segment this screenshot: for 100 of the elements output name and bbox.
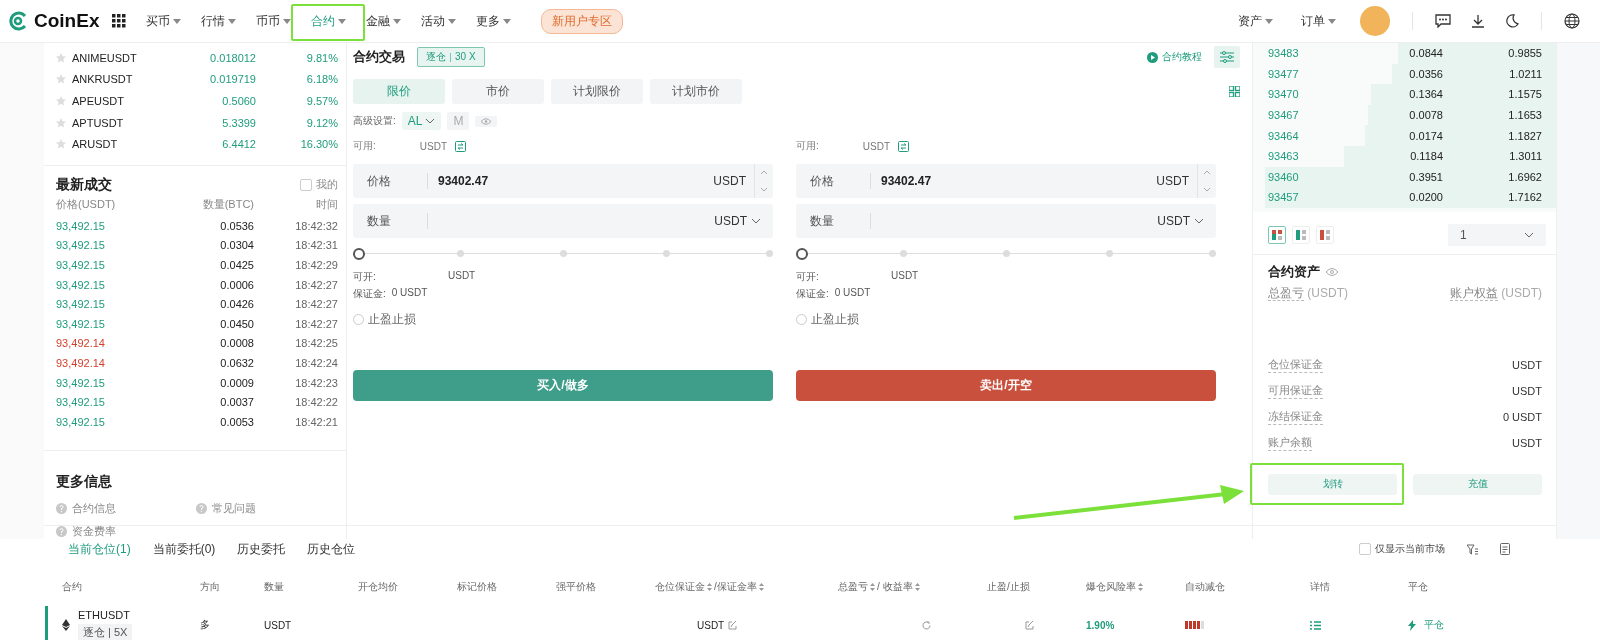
caret-icon [283, 18, 291, 24]
close-position-link[interactable]: 平仓 [1424, 618, 1444, 632]
edit-icon[interactable] [1025, 620, 1034, 630]
logo-text[interactable]: CoinEx [34, 10, 100, 32]
sort-icon[interactable] [1138, 583, 1143, 591]
settings-button[interactable] [1214, 46, 1240, 68]
refresh-icon[interactable] [922, 620, 931, 630]
help-icon [56, 502, 67, 514]
market-symbol[interactable]: ANIMEUSDT [72, 51, 166, 64]
star-icon[interactable] [56, 117, 66, 128]
apps-grid-icon[interactable] [112, 14, 126, 28]
tutorial-link[interactable]: 合约教程 [1162, 50, 1202, 64]
market-symbol[interactable]: APEUSDT [72, 95, 166, 107]
bid-total: 1.1827 [1507, 129, 1542, 142]
quantity-field[interactable]: 数量 USDT [353, 204, 773, 238]
depth-layout-icon[interactable] [1320, 229, 1330, 240]
star-icon[interactable] [56, 52, 66, 63]
mine-checkbox[interactable] [300, 178, 312, 191]
info-label: 可开: [796, 271, 819, 282]
chevron-up-icon[interactable] [760, 170, 768, 175]
quantity-field[interactable]: 数量 USDT [796, 204, 1216, 238]
star-icon[interactable] [56, 139, 66, 150]
bid-price: 93477 [1268, 67, 1300, 80]
filter-icon[interactable] [1467, 543, 1478, 555]
globe-icon[interactable] [1564, 13, 1580, 29]
trade-time: 18:42:32 [294, 219, 338, 232]
star-icon[interactable] [56, 74, 66, 85]
download-icon[interactable] [1471, 14, 1485, 28]
caret-icon [448, 18, 456, 24]
edit-icon[interactable] [728, 620, 738, 630]
depth-layout-icon[interactable] [1272, 229, 1282, 240]
info-value: USDT [448, 270, 476, 283]
nav-menu-item[interactable]: 合约 [311, 12, 366, 30]
trade-time: 18:42:25 [294, 337, 338, 350]
eye-button[interactable] [475, 115, 498, 127]
info-link[interactable]: 合约信息 [72, 500, 116, 516]
chevron-down-icon[interactable] [1203, 187, 1211, 192]
column-header: 价格(USDT) [56, 197, 117, 213]
avatar[interactable] [1360, 6, 1390, 36]
order-type-tab[interactable]: 市价 [452, 79, 544, 104]
eye-icon[interactable] [481, 117, 492, 125]
price-field[interactable]: 价格 93402.47 USDT [796, 164, 1216, 198]
trade-amount: 0.0008 [219, 337, 254, 350]
depth-view-button[interactable] [1268, 225, 1286, 244]
layout-grid-icon[interactable] [1229, 86, 1240, 97]
depth-layout-icon[interactable] [1296, 229, 1306, 240]
price-field[interactable]: 价格 93402.47 USDT [353, 164, 773, 198]
nav-menu-item[interactable]: 活动 [421, 12, 476, 30]
transfer-icon[interactable] [455, 140, 466, 152]
eye-icon[interactable] [1326, 267, 1338, 276]
nav-menu-item[interactable]: 行情 [201, 12, 256, 30]
direction-cell: 多 [200, 618, 210, 632]
section-title: 更多信息 [56, 472, 112, 489]
sell-button[interactable]: 卖出/开空 [796, 370, 1216, 401]
nav-menu-item[interactable]: 金融 [366, 12, 421, 30]
trade-time: 18:42:27 [294, 298, 338, 311]
nav-menu-item[interactable]: 更多 [476, 12, 531, 30]
order-type-tab[interactable]: 计划市价 [650, 79, 742, 104]
info-link[interactable]: 常见问题 [212, 500, 256, 516]
position-tab[interactable]: 历史委托 [237, 540, 286, 558]
filter-checkbox[interactable] [1359, 543, 1371, 555]
sort-icon[interactable] [707, 583, 712, 591]
market-symbol[interactable]: ANKRUSDT [72, 73, 166, 86]
column-header: 详情 [1310, 580, 1330, 594]
info-value: 0 USDT [391, 287, 428, 300]
sliders-icon[interactable] [1220, 51, 1234, 63]
nav-menu-item[interactable]: 订单 [1287, 12, 1350, 30]
nav-menu-item[interactable]: 买币 [146, 12, 201, 30]
nav-menu-item[interactable]: 资产 [1224, 12, 1287, 30]
sort-icon[interactable] [870, 583, 875, 591]
order-type-tab[interactable]: 计划限价 [551, 79, 643, 104]
asset-value: 0 USDT [1502, 410, 1542, 423]
transfer-icon[interactable] [898, 140, 909, 152]
list-icon[interactable] [1310, 620, 1321, 630]
position-tab[interactable]: 当前仓位(1) [68, 540, 131, 558]
market-symbol[interactable]: APTUSDT [72, 116, 166, 129]
column-header: 合约 [62, 580, 82, 594]
caret-icon [503, 18, 511, 24]
info-link[interactable]: 资金费率 [72, 523, 116, 539]
bid-total: 1.1653 [1507, 109, 1542, 122]
nav-menu-item[interactable]: 币币 [256, 12, 311, 30]
trade-amount: 0.0426 [219, 298, 254, 311]
market-symbol[interactable]: ARUSDT [72, 138, 166, 151]
position-tab[interactable]: 当前委托(0) [152, 540, 216, 558]
market-change: 16.30% [299, 138, 338, 151]
chat-icon[interactable] [1435, 14, 1451, 28]
precision-dropdown[interactable]: 1 [1448, 223, 1546, 246]
column-header: 强平价格 [556, 580, 596, 594]
position-tab[interactable]: 历史仓位 [307, 540, 356, 558]
market-change: 9.57% [305, 95, 338, 107]
chevron-down-icon[interactable] [760, 187, 768, 192]
trade-time: 18:42:22 [294, 396, 338, 409]
sort-icon[interactable] [914, 583, 920, 591]
moon-icon[interactable] [1505, 14, 1519, 28]
star-icon[interactable] [56, 96, 66, 106]
sort-icon[interactable] [758, 583, 764, 591]
chevron-down-icon [1194, 218, 1204, 224]
position-symbol[interactable]: ETHUSDT [78, 609, 133, 621]
document-icon[interactable] [1500, 543, 1510, 555]
chevron-up-icon[interactable] [1203, 170, 1211, 175]
